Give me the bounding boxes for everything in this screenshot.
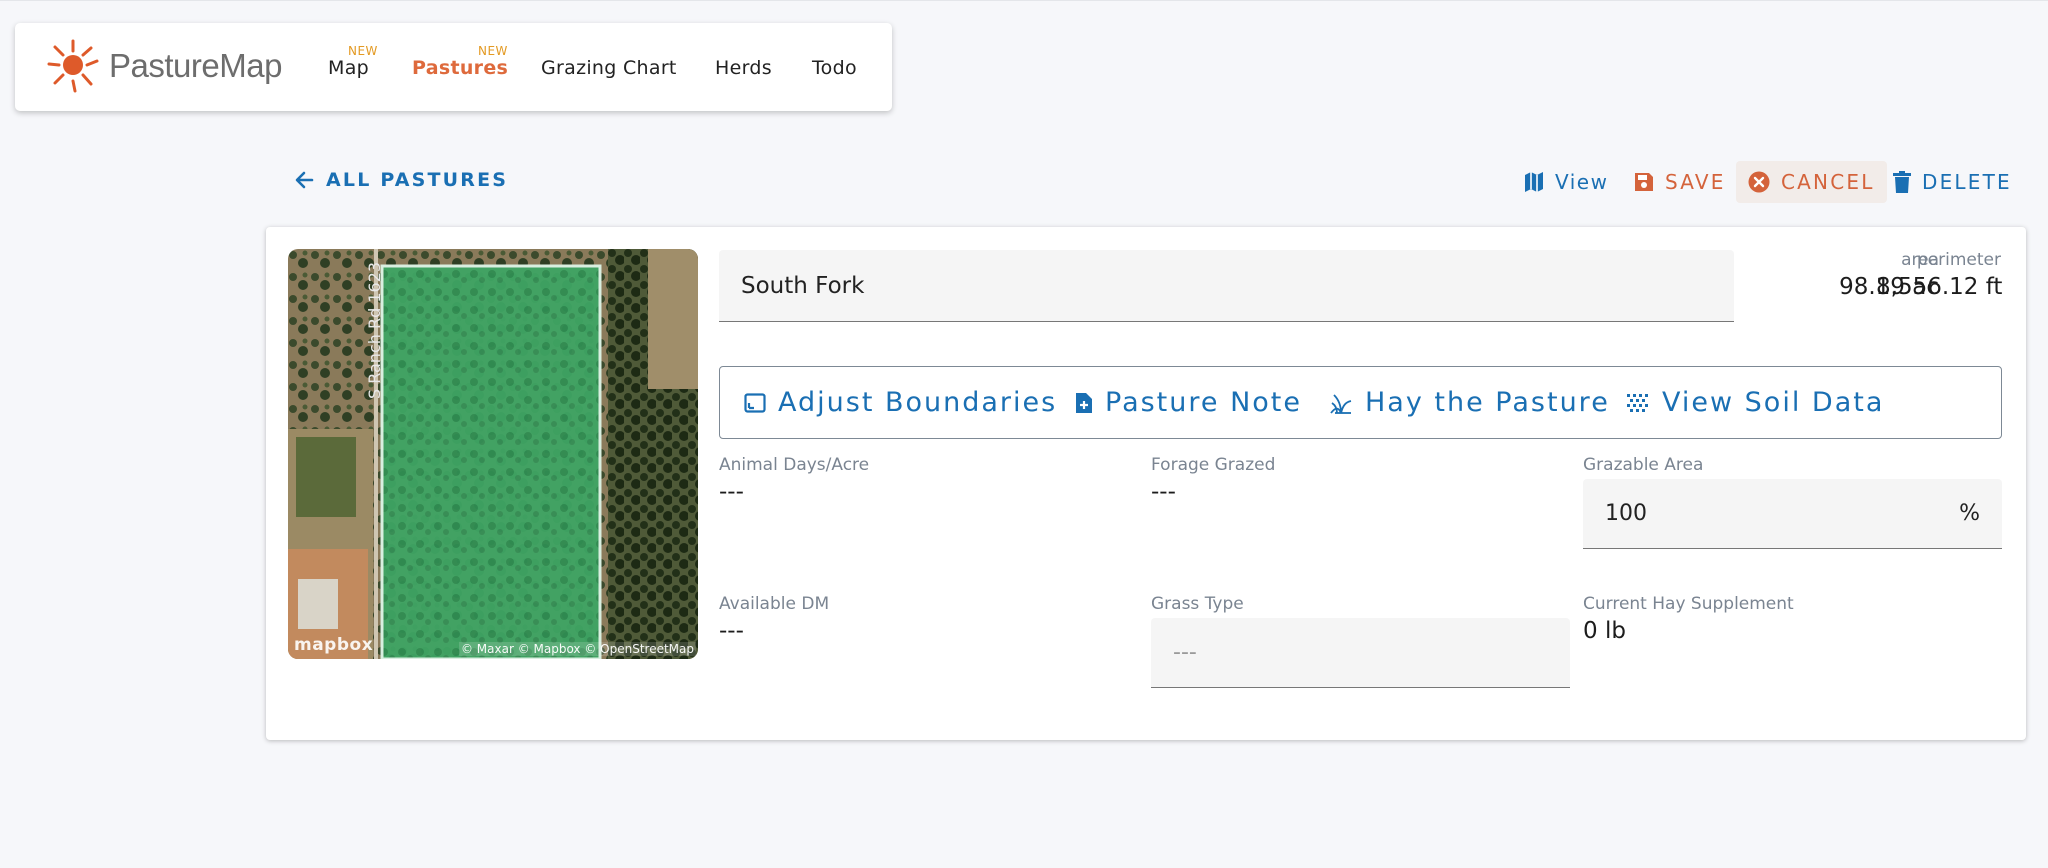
- road-label: S Ranch Rd 1623: [365, 262, 384, 399]
- pasture-note-button[interactable]: Pasture Note: [1075, 387, 1302, 418]
- cancel-circle-icon: [1748, 171, 1770, 193]
- nav-item-map[interactable]: Map: [328, 57, 369, 79]
- brand-name: PastureMap: [109, 47, 282, 84]
- save-icon: [1635, 173, 1653, 191]
- pasture-detail-card: S Ranch Rd 1623 mapbox © Maxar © Mapbox …: [266, 227, 2026, 740]
- trash-icon: [1893, 171, 1911, 193]
- map-attribution[interactable]: © Maxar © Mapbox © OpenStreetMap: [458, 642, 696, 656]
- pasture-name-input[interactable]: South Fork: [719, 250, 1734, 322]
- view-soil-data-label: View Soil Data: [1662, 387, 1885, 418]
- grazable-area-input[interactable]: 100 %: [1583, 479, 2002, 549]
- top-nav: PastureMap NEW Map NEW Pastures Grazing …: [15, 23, 892, 111]
- grass-type-select[interactable]: ---: [1151, 618, 1570, 688]
- nav-item-todo[interactable]: Todo: [812, 57, 857, 79]
- grass-type-label: Grass Type: [1151, 594, 1244, 614]
- grass-type-placeholder: ---: [1173, 640, 1197, 665]
- grazable-area-value: 100: [1605, 501, 1647, 526]
- animal-days-value: ---: [719, 479, 744, 505]
- adjust-boundaries-button[interactable]: Adjust Boundaries: [744, 387, 1057, 418]
- hay-pasture-label: Hay the Pasture: [1365, 387, 1610, 418]
- grazable-area-label: Grazable Area: [1583, 455, 1704, 475]
- save-button[interactable]: SAVE: [1634, 161, 1726, 203]
- pasture-tools-bar: Adjust Boundaries Pasture Note Hay the P…: [719, 366, 2002, 439]
- available-dm-label: Available DM: [719, 594, 830, 614]
- cancel-label: CANCEL: [1781, 170, 1875, 194]
- percent-suffix: %: [1959, 501, 1980, 526]
- nav-item-pastures[interactable]: Pastures: [412, 57, 508, 79]
- forage-grazed-value: ---: [1151, 479, 1176, 505]
- nav-item-grazing-chart[interactable]: Grazing Chart: [541, 57, 677, 79]
- delete-label: DELETE: [1922, 170, 2012, 194]
- save-label: SAVE: [1665, 170, 1726, 194]
- adjust-boundaries-label: Adjust Boundaries: [778, 387, 1058, 418]
- all-pastures-link[interactable]: ALL PASTURES: [294, 169, 508, 191]
- available-dm-value: ---: [719, 618, 744, 644]
- view-label: View: [1555, 170, 1609, 194]
- new-badge: NEW: [478, 44, 508, 58]
- hay-supplement-label: Current Hay Supplement: [1583, 594, 1794, 614]
- animal-days-label: Animal Days/Acre: [719, 455, 870, 475]
- nav-item-herds[interactable]: Herds: [715, 57, 772, 79]
- sun-logo-icon: [47, 39, 99, 93]
- pasture-map-thumbnail[interactable]: S Ranch Rd 1623 mapbox © Maxar © Mapbox …: [288, 249, 698, 659]
- mapbox-logo: mapbox: [294, 635, 374, 655]
- view-soil-data-button[interactable]: View Soil Data: [1626, 387, 1884, 418]
- perimeter-value: 8,556.12 ft: [1876, 274, 2003, 300]
- hay-supplement-value: 0 lb: [1583, 618, 1626, 644]
- grass-icon: [1330, 393, 1352, 414]
- view-map-button[interactable]: View: [1524, 161, 1608, 203]
- satellite-map-image: S Ranch Rd 1623: [288, 249, 698, 659]
- arrow-left-icon: [295, 171, 314, 189]
- new-badge: NEW: [348, 44, 378, 58]
- cancel-button[interactable]: CANCEL: [1736, 161, 1887, 203]
- boundary-icon: [744, 392, 766, 413]
- hay-pasture-button[interactable]: Hay the Pasture: [1329, 387, 1610, 418]
- delete-button[interactable]: DELETE: [1893, 161, 2012, 203]
- pasture-note-label: Pasture Note: [1105, 387, 1302, 418]
- pasturemap-logo[interactable]: PastureMap: [45, 37, 282, 95]
- soil-grid-icon: [1627, 393, 1648, 412]
- forage-grazed-label: Forage Grazed: [1151, 455, 1276, 475]
- perimeter-label: perimeter: [1916, 250, 2001, 270]
- all-pastures-label: ALL PASTURES: [326, 169, 509, 191]
- map-icon: [1525, 172, 1543, 192]
- note-add-icon: [1076, 392, 1092, 413]
